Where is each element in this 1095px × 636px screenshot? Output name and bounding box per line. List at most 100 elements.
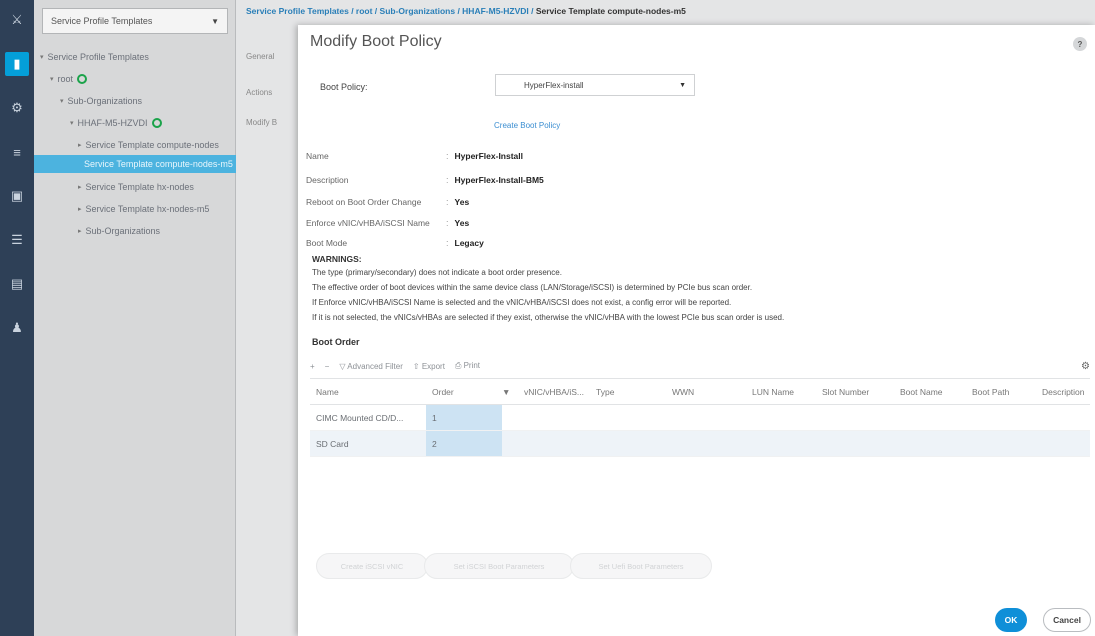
modify-boot-policy-dialog: Modify Boot Policy ? Boot Policy: HyperF… [298, 25, 1095, 636]
column-header-boot-name[interactable]: Boot Name [894, 387, 966, 397]
boot-order-table: Name Order ▼ vNIC/vHBA/iS... Type WWN LU… [310, 378, 1090, 457]
column-header-wwn[interactable]: WWN [666, 387, 746, 397]
separator: : [446, 218, 449, 228]
breadcrumb-path[interactable]: Service Profile Templates / root / Sub-O… [246, 6, 533, 16]
separator: : [446, 197, 449, 207]
tree-item-sub-organizations[interactable]: ▾ Sub-Organizations [60, 92, 142, 110]
actions-heading: Actions [246, 88, 273, 97]
expand-icon: ▾ [70, 120, 74, 127]
create-boot-policy-link[interactable]: Create Boot Policy [494, 121, 560, 130]
settings-gear-icon[interactable]: ⚙ [1081, 361, 1090, 372]
bottom-button-group: Create iSCSI vNIC Set iSCSI Boot Paramet… [316, 553, 712, 579]
tree-item-root[interactable]: ▾ root [50, 70, 88, 88]
vm-icon[interactable]: ▣ [5, 184, 29, 208]
property-key: Name [306, 151, 329, 161]
tree-item-service-profile-templates[interactable]: ▾ Service Profile Templates [40, 48, 149, 66]
tree-label: Sub-Organizations [85, 226, 161, 236]
tree-item-sub-organizations-2[interactable]: ▸ Sub-Organizations [78, 222, 160, 240]
admin-icon[interactable]: ♟ [5, 316, 29, 340]
tree-label: Service Template compute-nodes-m5 [84, 159, 233, 169]
tab-general[interactable]: General [246, 52, 274, 61]
advanced-filter-button[interactable]: ▽ Advanced Filter [339, 362, 403, 371]
tree-label: Service Template compute-nodes [85, 140, 219, 150]
create-iscsi-vnic-button[interactable]: Create iSCSI vNIC [316, 553, 428, 579]
property-key: Enforce vNIC/vHBA/iSCSI Name [306, 218, 430, 228]
table-row[interactable]: CIMC Mounted CD/D... 1 [310, 405, 1090, 431]
nav-filter-select[interactable]: Service Profile Templates ▼ [42, 8, 228, 34]
set-iscsi-boot-params-button[interactable]: Set iSCSI Boot Parameters [424, 553, 574, 579]
separator: : [446, 238, 449, 248]
cell-order[interactable]: 2 [426, 431, 502, 456]
property-row-name: Name : HyperFlex-Install [306, 146, 726, 166]
column-header-slot-number[interactable]: Slot Number [816, 387, 894, 397]
warning-line: If Enforce vNIC/vHBA/iSCSI Name is selec… [312, 298, 732, 307]
print-label: Print [463, 361, 481, 370]
column-header-type[interactable]: Type [590, 387, 666, 397]
table-row[interactable]: SD Card 2 [310, 431, 1090, 457]
collapse-icon: ▸ [78, 228, 82, 235]
org-icon [77, 74, 88, 84]
lan-icon[interactable]: ⚙ [5, 96, 29, 120]
collapse-icon: ▸ [78, 184, 82, 191]
print-button[interactable]: ⎙ Print [455, 361, 480, 371]
navigation-panel: Service Profile Templates ▼ ▾ Service Pr… [34, 0, 236, 636]
tree-label: Service Template hx-nodes-m5 [85, 204, 210, 214]
icon-rail: ⚔ ▮ ⚙ ≡ ▣ ☰ ▤ ♟ [0, 0, 34, 636]
collapse-icon: ▸ [78, 142, 82, 149]
chevron-down-icon: ▼ [679, 81, 686, 89]
tree-label: Service Profile Templates [47, 52, 149, 62]
nav-filter-value: Service Profile Templates [51, 16, 153, 26]
storage-icon[interactable]: ☰ [5, 228, 29, 252]
remove-icon[interactable]: − [325, 362, 330, 371]
table-header: Name Order ▼ vNIC/vHBA/iS... Type WWN LU… [310, 379, 1090, 405]
tree-item-hhaf-m5-hzvdi[interactable]: ▾ HHAF-M5-HZVDI [70, 114, 162, 132]
export-button[interactable]: ⇧ Export [413, 362, 445, 371]
help-icon[interactable]: ? [1073, 37, 1087, 51]
property-value: Yes [454, 197, 470, 207]
network-icon[interactable]: ⚔ [5, 8, 29, 32]
chevron-down-icon: ▼ [211, 16, 219, 26]
print-icon: ⎙ [454, 361, 464, 370]
add-icon[interactable]: + [310, 362, 315, 371]
boot-order-title: Boot Order [312, 337, 360, 347]
filter-label: Advanced Filter [347, 361, 403, 371]
column-header-boot-path[interactable]: Boot Path [966, 387, 1036, 397]
dialog-title: Modify Boot Policy [310, 33, 442, 50]
warning-line: The type (primary/secondary) does not in… [312, 268, 562, 277]
column-header-order[interactable]: Order [426, 387, 502, 397]
tree-item-compute-nodes-m5[interactable]: Service Template compute-nodes-m5 [34, 155, 236, 173]
column-header-lun-name[interactable]: LUN Name [746, 387, 816, 397]
expand-icon: ▾ [50, 76, 54, 83]
expand-icon: ▾ [60, 98, 64, 105]
san-icon[interactable]: ≡ [5, 140, 29, 164]
warnings-title: WARNINGS: [312, 254, 362, 264]
tree-item-compute-nodes[interactable]: ▸ Service Template compute-nodes [78, 136, 219, 154]
org-icon [151, 118, 162, 128]
warning-line: The effective order of boot devices with… [312, 283, 753, 292]
warning-line: If it is not selected, the vNICs/vHBAs a… [312, 313, 785, 322]
ok-button[interactable]: OK [995, 608, 1027, 632]
column-header-name[interactable]: Name [310, 387, 426, 397]
tree-item-hx-nodes-m5[interactable]: ▸ Service Template hx-nodes-m5 [78, 200, 209, 218]
export-icon: ⇧ [412, 361, 422, 371]
column-header-description[interactable]: Description [1036, 387, 1090, 397]
set-uefi-boot-params-button[interactable]: Set Uefi Boot Parameters [570, 553, 712, 579]
expand-icon: ▾ [40, 54, 44, 61]
boot-policy-label: Boot Policy: [320, 82, 368, 92]
property-key: Description [306, 175, 349, 185]
modify-boot-link[interactable]: Modify B [246, 118, 277, 127]
property-value: Legacy [454, 238, 484, 248]
property-value: Yes [454, 218, 470, 228]
property-row-description: Description : HyperFlex-Install-BM5 [306, 170, 726, 190]
cancel-button[interactable]: Cancel [1043, 608, 1091, 632]
server-icon[interactable]: ▮ [5, 52, 29, 76]
sort-desc-icon[interactable]: ▼ [502, 387, 518, 397]
column-header-vnic[interactable]: vNIC/vHBA/iS... [518, 387, 590, 397]
boot-policy-select[interactable]: HyperFlex-install ▼ [495, 74, 695, 96]
cell-name: CIMC Mounted CD/D... [316, 412, 404, 423]
tree-item-hx-nodes[interactable]: ▸ Service Template hx-nodes [78, 178, 194, 196]
cell-order[interactable]: 1 [426, 405, 502, 430]
tree-label: Sub-Organizations [67, 96, 143, 106]
chassis-icon[interactable]: ▤ [5, 272, 29, 296]
separator: : [446, 175, 449, 185]
